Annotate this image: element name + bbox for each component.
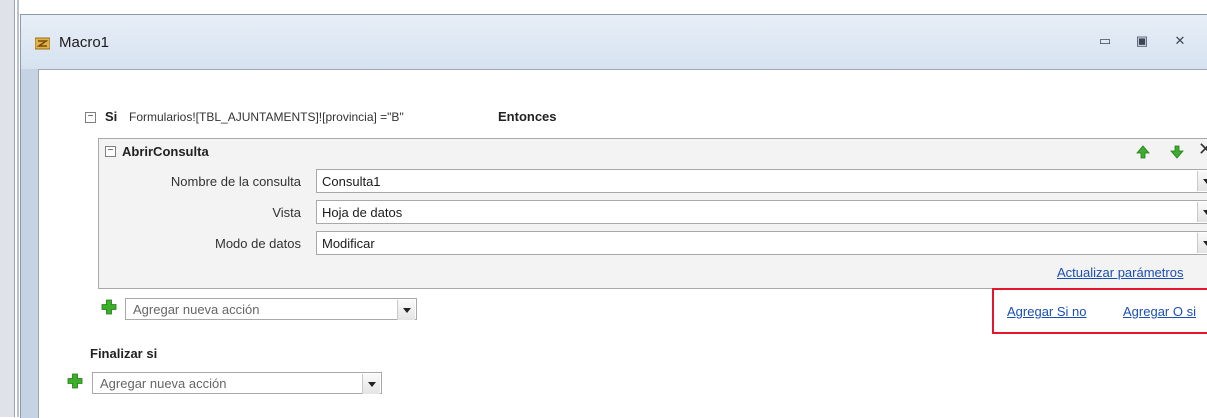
minimize-button[interactable]: ▭: [1092, 29, 1118, 53]
green-down-arrow-icon[interactable]: [1169, 144, 1185, 160]
macro-window: Macro1 ▭ ▣ ✕ − Si Formularios![TBL_AJUNT…: [20, 14, 1207, 418]
action-collapse-button[interactable]: −: [105, 146, 116, 157]
end-if-keyword: Finalizar si: [90, 346, 158, 361]
macro-icon: [35, 37, 50, 50]
close-button[interactable]: ✕: [1167, 29, 1193, 53]
chevron-down-icon[interactable]: [1197, 171, 1207, 191]
update-parameters-link[interactable]: Actualizar parámetros: [1057, 265, 1183, 280]
param-label-data-mode: Modo de datos: [214, 236, 301, 251]
action-name: AbrirConsulta: [122, 144, 209, 159]
action-block-abrirconsulta[interactable]: − AbrirConsulta ✕ Nombre de la consulta …: [98, 138, 1207, 289]
add-icon[interactable]: [67, 373, 83, 389]
maximize-button[interactable]: ▣: [1129, 29, 1155, 53]
add-else-link[interactable]: Agregar Si no: [1007, 304, 1087, 319]
param-label-view: Vista: [272, 205, 301, 220]
chevron-down-icon[interactable]: [1197, 202, 1207, 222]
close-icon[interactable]: ✕: [1198, 139, 1207, 159]
param-value-data-mode: Modificar: [322, 236, 375, 251]
background-window-edge: [0, 0, 15, 417]
then-keyword: Entonces: [498, 109, 557, 124]
macro-designer-canvas: − Si Formularios![TBL_AJUNTAMENTS]![prov…: [38, 69, 1207, 418]
root-add-action-placeholder: Agregar nueva acción: [100, 376, 227, 391]
param-field-query-name[interactable]: Consulta1: [316, 169, 1207, 193]
add-elseif-link[interactable]: Agregar O si: [1123, 304, 1196, 319]
green-up-arrow-icon[interactable]: [1135, 144, 1151, 160]
chevron-down-icon[interactable]: [362, 374, 380, 394]
title-bar[interactable]: Macro1 ▭ ▣ ✕: [21, 15, 1207, 69]
chevron-down-icon[interactable]: [397, 300, 415, 320]
background-window-border: [17, 0, 19, 417]
param-label-query-name: Nombre de la consulta: [170, 174, 301, 189]
if-collapse-button[interactable]: −: [85, 112, 96, 123]
if-keyword: Si: [105, 109, 118, 124]
add-action-combobox[interactable]: Agregar nueva acción: [125, 298, 417, 320]
param-field-view[interactable]: Hoja de datos: [316, 200, 1207, 224]
add-action-placeholder: Agregar nueva acción: [133, 302, 260, 317]
window-title: Macro1: [59, 34, 110, 51]
if-condition[interactable]: Formularios![TBL_AJUNTAMENTS]![provincia…: [129, 110, 404, 124]
add-icon[interactable]: [101, 299, 117, 315]
chevron-down-icon[interactable]: [1197, 233, 1207, 253]
param-value-query-name: Consulta1: [322, 174, 381, 189]
param-value-view: Hoja de datos: [322, 205, 403, 220]
param-field-data-mode[interactable]: Modificar: [316, 231, 1207, 255]
root-add-action-combobox[interactable]: Agregar nueva acción: [92, 372, 382, 394]
